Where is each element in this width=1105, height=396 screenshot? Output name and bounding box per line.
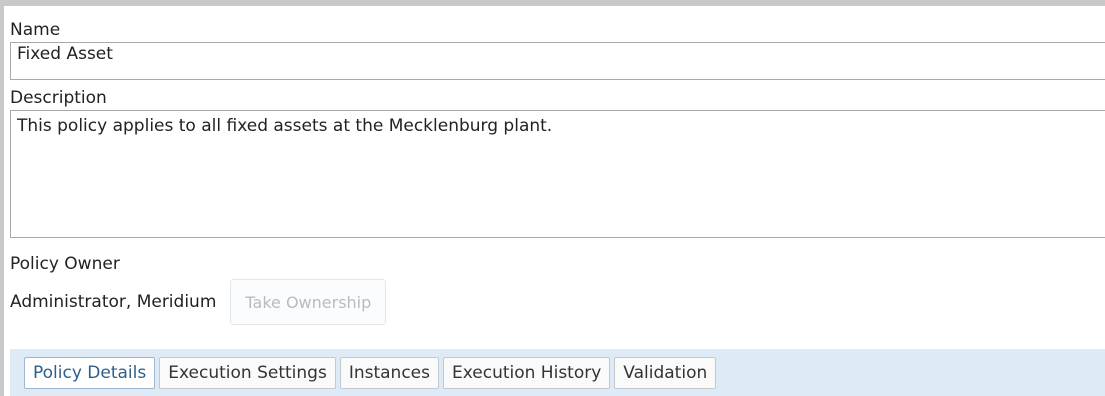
tab-instances[interactable]: Instances xyxy=(339,356,439,389)
owner-row: Administrator, Meridium Take Ownership xyxy=(10,278,387,326)
policy-owner-value: Administrator, Meridium xyxy=(10,292,217,312)
description-label: Description xyxy=(10,88,107,108)
tab-validation[interactable]: Validation xyxy=(614,356,717,389)
description-field[interactable]: This policy applies to all fixed assets … xyxy=(10,110,1105,238)
tab-execution-settings[interactable]: Execution Settings xyxy=(159,356,336,389)
tab-policy-details[interactable]: Policy Details xyxy=(24,356,156,389)
policy-owner-label: Policy Owner xyxy=(10,254,120,274)
tab-bar: Policy Details Execution Settings Instan… xyxy=(10,349,1105,396)
take-ownership-button[interactable]: Take Ownership xyxy=(230,279,387,325)
name-label: Name xyxy=(10,20,61,40)
name-field[interactable]: Fixed Asset xyxy=(10,42,1105,80)
policy-form: Name Fixed Asset Description This policy… xyxy=(0,0,1105,396)
tab-execution-history[interactable]: Execution History xyxy=(442,356,611,389)
